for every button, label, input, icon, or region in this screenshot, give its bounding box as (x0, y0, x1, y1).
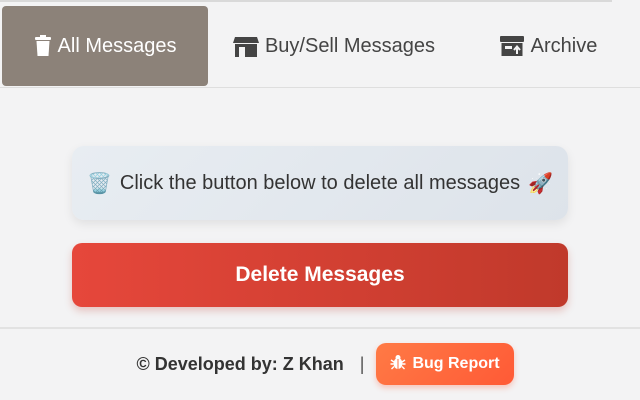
rocket-icon: 🚀 (528, 171, 554, 195)
tab-all-messages[interactable]: All Messages (2, 6, 208, 86)
archive-icon (499, 35, 525, 57)
footer-separator: | (359, 353, 365, 374)
tab-bar: All Messages Buy/Sell Messages Archive (0, 2, 640, 88)
bug-report-label: Bug Report (412, 355, 500, 372)
footer-divider (0, 327, 640, 329)
popup-window: All Messages Buy/Sell Messages Archive 🗑… (0, 0, 640, 400)
bug-report-button[interactable]: Bug Report (376, 343, 514, 385)
bug-icon (390, 354, 406, 375)
tab-label: All Messages (57, 34, 177, 57)
tab-label: Buy/Sell Messages (264, 34, 436, 57)
footer: © Developed by: Z Khan | Bug Report (0, 340, 640, 388)
tab-archive[interactable]: Archive (468, 6, 628, 86)
store-icon (232, 35, 259, 57)
tab-buy-sell-messages[interactable]: Buy/Sell Messages (214, 6, 454, 86)
info-card: 🗑️ Click the button below to delete all … (72, 146, 568, 220)
delete-messages-button[interactable]: Delete Messages (72, 243, 568, 307)
wastebasket-icon: 🗑️ (86, 171, 112, 195)
trash-icon (34, 35, 52, 57)
info-text: Click the button below to delete all mes… (119, 171, 521, 194)
tab-label: Archive (530, 34, 598, 57)
developer-credit: © Developed by: Z Khan (136, 353, 344, 374)
